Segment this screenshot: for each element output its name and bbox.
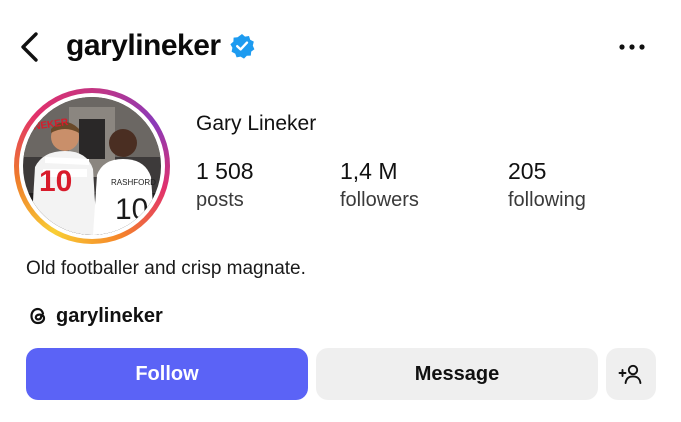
story-ring[interactable]: LINEKER 10 RASHFORD 10 [14, 88, 170, 244]
username: garylineker [66, 29, 221, 62]
stat-following-label: following [508, 189, 586, 211]
threads-icon [30, 307, 46, 325]
avatar-photo: LINEKER 10 RASHFORD 10 [23, 97, 161, 235]
verified-badge-icon [229, 34, 254, 59]
stat-followers[interactable]: 1,4 M followers [340, 156, 419, 214]
suggest-users-button[interactable] [606, 348, 656, 400]
follow-button[interactable]: Follow [26, 348, 308, 400]
add-person-icon [618, 364, 642, 384]
more-horizontal-icon[interactable] [612, 36, 652, 58]
avatar-shirt-name-right: RASHFORD [111, 178, 156, 187]
stat-following[interactable]: 205 following [508, 156, 586, 214]
threads-link[interactable]: garylineker [26, 304, 163, 328]
display-name: Gary Lineker [196, 112, 317, 135]
threads-handle: garylineker [56, 304, 163, 327]
stat-posts-value: 1 508 [196, 158, 254, 184]
avatar-frame: LINEKER 10 RASHFORD 10 [19, 93, 165, 239]
chevron-left-icon[interactable] [14, 30, 48, 64]
avatar-shirt-number-left: 10 [39, 165, 72, 198]
profile-header: garylineker [0, 0, 681, 96]
stat-following-value: 205 [508, 158, 547, 184]
bio-text: Old footballer and crisp magnate. [26, 258, 306, 279]
stat-posts-label: posts [196, 189, 244, 211]
message-button-label: Message [414, 362, 500, 385]
stat-posts[interactable]: 1 508 posts [196, 156, 254, 214]
username-title: garylineker [66, 26, 255, 66]
message-button[interactable]: Message [316, 348, 598, 400]
stat-followers-label: followers [340, 189, 419, 211]
stat-followers-value: 1,4 M [340, 158, 398, 184]
avatar-shirt-number-right: 10 [115, 193, 148, 226]
follow-button-label: Follow [135, 362, 199, 385]
avatar[interactable]: LINEKER 10 RASHFORD 10 [23, 97, 161, 235]
